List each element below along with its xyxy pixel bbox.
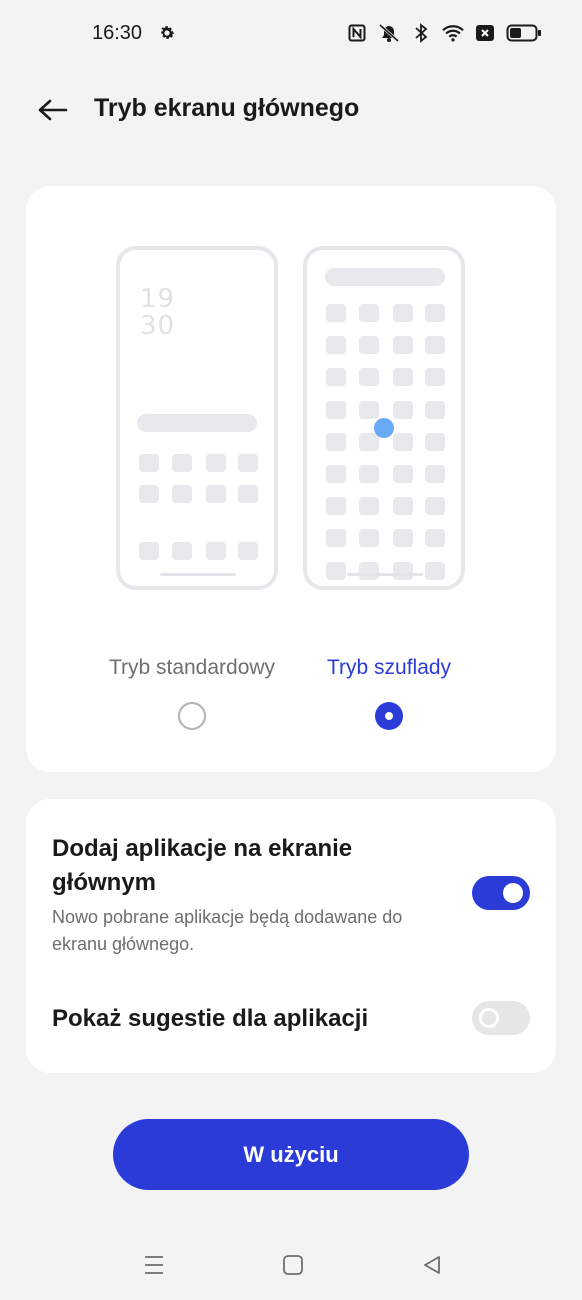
preview-app-icon [359,368,379,387]
nfc-icon [346,22,368,44]
status-bar: 16:30 [0,0,582,68]
preview-app-icon [393,497,413,516]
preview-app-icon [393,465,413,483]
preview-home-bar [347,573,423,576]
mute-icon [378,22,400,44]
suggestions-title: Pokaż sugestie dla aplikacji [52,1005,369,1032]
standard-mode-preview[interactable]: 19 30 [116,246,278,590]
preview-app-icon [425,529,445,548]
preview-app-icon [206,454,226,472]
preview-search-bar [137,414,257,432]
standard-mode-radio[interactable] [178,702,206,730]
preview-app-icon [326,368,346,387]
preview-app-icon [139,485,159,503]
preview-app-icon [425,336,445,355]
preview-app-icon [359,400,379,419]
back-triangle-icon [424,1256,440,1274]
mode-selection-card: 19 30 Tryb standardowy Tryb szuflady [26,186,556,772]
add-apps-toggle[interactable] [472,876,530,910]
drawer-mode-radio[interactable] [375,702,403,730]
wifi-icon [442,22,464,44]
preview-app-icon [326,465,346,483]
preview-app-icon [359,497,379,516]
status-icons [346,22,542,44]
preview-app-icon [139,454,159,472]
battery-icon [506,22,542,44]
preview-app-icon [425,465,445,483]
preview-app-icon [359,561,379,580]
no-sim-icon [474,22,496,44]
recents-button[interactable] [139,1250,169,1280]
preview-app-icon [359,465,379,483]
preview-app-icon [172,485,192,503]
status-time: 16:30 [92,22,143,44]
preview-app-icon [393,529,413,548]
preview-app-icon [393,368,413,387]
preview-touch-dot [374,418,394,438]
drawer-mode-preview[interactable] [303,246,465,590]
preview-search-bar [325,268,445,286]
preview-app-icon [326,400,346,419]
preview-app-icon [393,561,413,580]
preview-app-icon [425,497,445,516]
settings-gear-icon [158,24,176,42]
preview-app-icon [206,485,226,503]
preview-home-bar [160,573,236,576]
preview-app-icon [326,304,346,322]
preview-app-icon [425,432,445,451]
add-apps-description: Nowo pobrane aplikacje będą dodawane do … [52,907,403,954]
page-title: Tryb ekranu głównego [94,94,360,122]
preview-app-icon [359,432,379,451]
preview-clock: 19 30 [140,284,176,341]
preview-app-icon [425,400,445,419]
bluetooth-icon [410,22,432,44]
preview-app-icon [425,561,445,580]
preview-dock-icon [172,542,192,560]
suggestions-toggle[interactable] [472,1001,530,1035]
arrow-left-icon [38,99,68,121]
preview-app-icon [393,432,413,451]
preview-dock-icon [238,542,258,560]
preview-dock-icon [139,542,159,560]
home-button[interactable] [278,1250,308,1280]
settings-card: Dodaj aplikacje na ekranie głównym Nowo … [26,799,556,1073]
preview-app-icon [326,497,346,516]
preview-app-icon [393,336,413,355]
preview-app-icon [359,336,379,355]
header: Tryb ekranu głównego [0,80,582,140]
preview-app-icon [326,529,346,548]
toggle-knob [503,883,523,903]
back-button[interactable] [30,92,74,128]
preview-app-icon [425,304,445,322]
home-screen-mode-page: 16:30 Tryb ekranu głównego 19 30 Tryb st… [0,0,582,1300]
preview-app-icon [359,304,379,322]
system-nav-bar [0,1240,582,1290]
home-icon [283,1255,303,1275]
preview-app-icon [326,336,346,355]
preview-dock-icon [206,542,226,560]
in-use-button[interactable]: W użyciu [113,1119,469,1190]
toggle-knob [479,1008,499,1028]
preview-app-icon [359,529,379,548]
back-nav-button[interactable] [417,1250,447,1280]
preview-app-icon [238,485,258,503]
preview-app-icon [393,400,413,419]
preview-app-icon [238,454,258,472]
preview-app-icon [326,561,346,580]
preview-app-icon [393,304,413,322]
add-apps-title: Dodaj aplikacje na ekranie głównym [52,835,353,896]
preview-app-icon [172,454,192,472]
menu-icon [145,1256,163,1274]
preview-app-icon [425,368,445,387]
preview-app-icon [326,432,346,451]
drawer-mode-label[interactable]: Tryb szuflady [269,656,509,680]
